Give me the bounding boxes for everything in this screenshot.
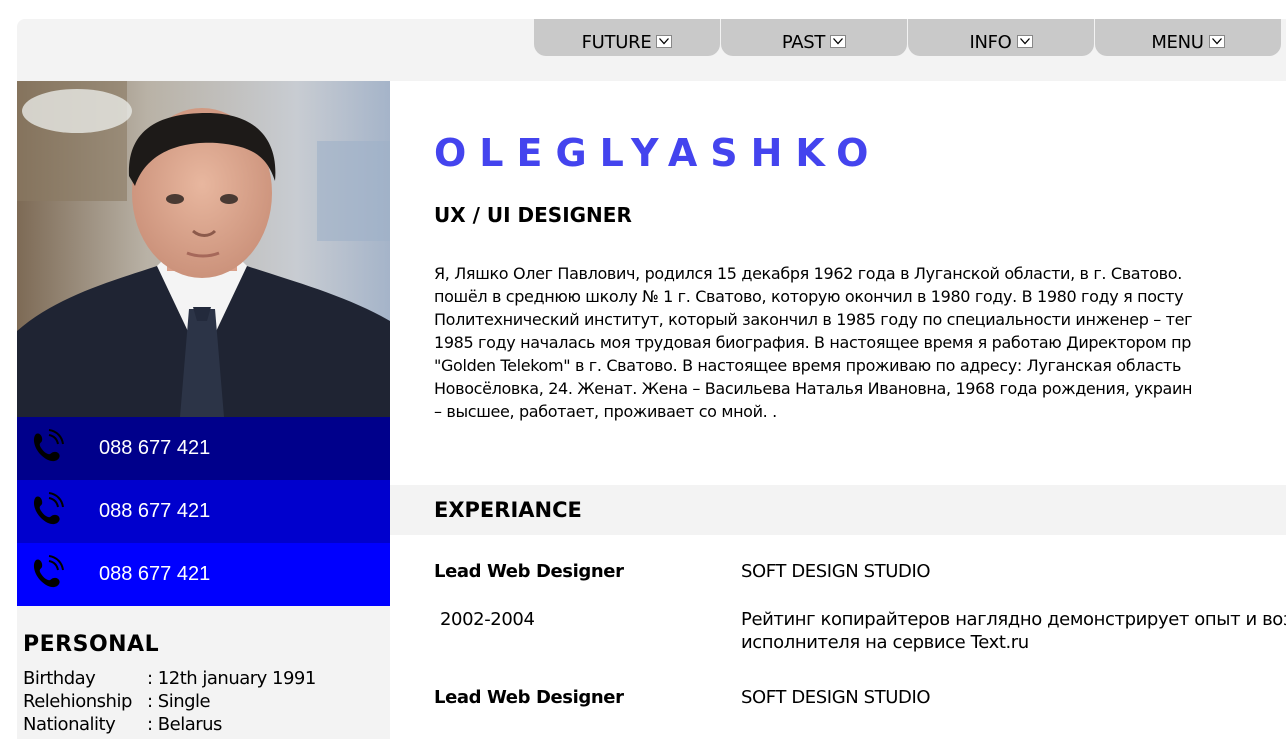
personal-key: Nationality [23, 714, 116, 735]
chevron-down-icon [656, 34, 673, 48]
tab-label: INFO [969, 31, 1012, 53]
experience-company: SOFT DESIGN STUDIO [741, 561, 931, 582]
personal-row: Relehionship : Single [23, 691, 211, 712]
sidebar: 088 677 421 088 677 421 088 677 421 PERS… [17, 81, 390, 739]
profile-role: UX / UI DESIGNER [434, 203, 632, 227]
experience-heading: EXPERIANCE [434, 498, 582, 522]
phone-number: 088 677 421 [99, 500, 211, 522]
bio-text: Я, Ляшко Олег Павлович, родился 15 декаб… [434, 262, 1286, 423]
personal-row: Birthday : 12th january 1991 [23, 668, 316, 689]
tab-label: PAST [781, 31, 826, 53]
chevron-down-icon [1016, 34, 1033, 48]
personal-row: Nationality : Belarus [23, 714, 222, 735]
experience-position: Lead Web Designer [434, 561, 624, 582]
bio-line: Политехнический институт, который законч… [434, 310, 1193, 329]
tab-past[interactable]: PAST [721, 19, 907, 56]
phone-number: 088 677 421 [99, 437, 211, 459]
personal-heading: PERSONAL [23, 632, 160, 657]
bio-line: 1985 году началась моя трудовая биографи… [434, 333, 1192, 352]
phone-number: 088 677 421 [99, 563, 211, 585]
tab-label: FUTURE [581, 31, 652, 53]
phone-row[interactable]: 088 677 421 [17, 543, 390, 606]
personal-value: : Belarus [147, 714, 222, 735]
bio-line: Я, Ляшко Олег Павлович, родился 15 декаб… [434, 264, 1182, 283]
experience-company: SOFT DESIGN STUDIO [741, 687, 931, 708]
bio-line: – высшее, работает, проживает со мной. . [434, 402, 777, 421]
chevron-down-icon [1208, 34, 1225, 48]
profile-name: OLEGLYASHKO [434, 131, 882, 175]
experience-position: Lead Web Designer [434, 687, 624, 708]
personal-value: : Single [147, 691, 211, 712]
tab-label: MENU [1151, 31, 1204, 53]
experience-description-line: исполнителя на сервисе Text.ru [741, 632, 1029, 653]
profile-photo [17, 81, 390, 417]
experience-description-line: Рейтинг копирайтеров наглядно демонстрир… [741, 609, 1286, 630]
personal-key: Birthday [23, 668, 96, 689]
tab-future[interactable]: FUTURE [534, 19, 720, 56]
personal-key: Relehionship [23, 691, 132, 712]
tab-info[interactable]: INFO [908, 19, 1094, 56]
phone-row[interactable]: 088 677 421 [17, 480, 390, 543]
experience-years: 2002-2004 [440, 609, 535, 630]
phone-icon [33, 429, 64, 462]
personal-value: : 12th january 1991 [147, 668, 316, 689]
main-nav: FUTURE PAST INFO MENU [534, 19, 1282, 56]
bio-line: пошёл в среднюю школу № 1 г. Сватово, ко… [434, 287, 1184, 306]
phone-row[interactable]: 088 677 421 [17, 417, 390, 480]
bio-line: Новосёловка, 24. Женат. Жена – Васильева… [434, 379, 1193, 398]
chevron-down-icon [830, 34, 847, 48]
phone-icon [33, 555, 64, 588]
bio-line: "Golden Telekom" в г. Сватово. В настоящ… [434, 356, 1182, 375]
tab-menu[interactable]: MENU [1095, 19, 1281, 56]
phone-icon [33, 492, 64, 525]
